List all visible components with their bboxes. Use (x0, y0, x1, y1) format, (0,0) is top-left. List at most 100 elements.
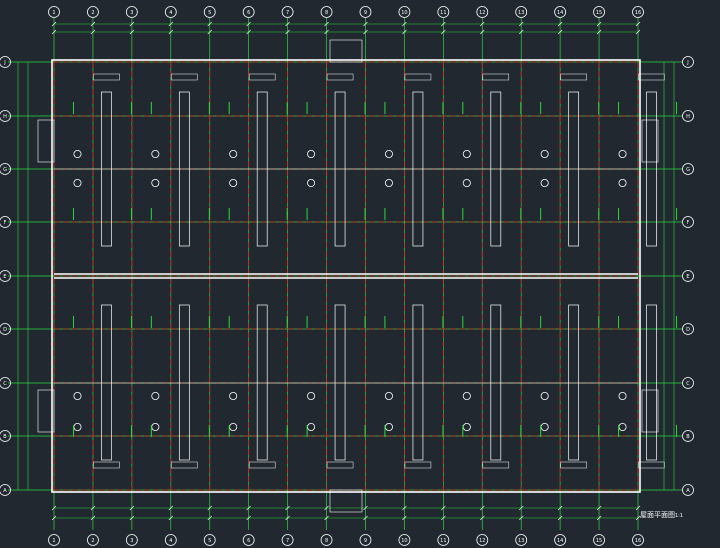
skylight-lower (256, 304, 268, 461)
bay-dim-top (171, 73, 198, 81)
stair-block (641, 119, 659, 163)
roof-drain (151, 149, 160, 158)
roof-drain (462, 422, 471, 431)
column-axis-label: 7 (286, 538, 289, 544)
roof-drain (229, 391, 238, 400)
column-axis-bubble: 7 (281, 6, 294, 18)
column-axis-label: 1 (52, 10, 55, 16)
roof-drain (540, 178, 549, 187)
column-axis-label: 14 (557, 10, 563, 16)
roof-drain (384, 391, 393, 400)
column-axis-label: 14 (557, 538, 563, 544)
bay-dim-top (248, 73, 276, 81)
column-axis-label: 12 (479, 10, 485, 16)
bay-dim-bottom (248, 461, 276, 469)
row-axis-label: E (686, 274, 689, 280)
column-axis-bubble: 11 (437, 534, 450, 546)
roof-drain (307, 149, 316, 158)
roof-drain (307, 391, 316, 400)
roof-drain (73, 422, 82, 431)
roof-drain (540, 149, 549, 158)
column-axis-bubble: 1 (48, 534, 60, 546)
roof-drain (462, 149, 471, 158)
column-axis-label: 11 (440, 538, 446, 544)
row-axis-bubble: E (682, 270, 694, 282)
column-axis-label: 6 (247, 538, 250, 544)
roof-drain (540, 391, 549, 400)
roof-drain (73, 149, 82, 158)
row-axis-label: H (3, 114, 7, 120)
column-axis-label: 13 (518, 538, 524, 544)
drawing-title-scale: 1:1 (675, 513, 684, 519)
column-axis-bubble: 14 (554, 6, 567, 18)
roof-drain (307, 422, 316, 431)
roof-drain (618, 422, 627, 431)
bay-dim-bottom (93, 461, 120, 469)
drawing-title: 屋面平面图1:1 (640, 510, 683, 520)
column-axis-label: 8 (325, 10, 328, 16)
column-axis-bubble: 12 (476, 534, 489, 546)
row-axis-label: C (686, 381, 690, 387)
row-axis-label: J (686, 60, 688, 66)
column-axis-label: 15 (596, 538, 602, 544)
skylight-lower (490, 304, 502, 461)
row-axis-label: G (686, 167, 690, 173)
skylight-lower (101, 304, 112, 461)
column-axis-bubble: 16 (632, 6, 644, 18)
column-axis-label: 3 (130, 538, 133, 544)
row-axis-label: C (3, 381, 7, 387)
bay-dim-top (326, 73, 354, 81)
roof-plan-drawing: 1122334455667788991010111112121313141415… (0, 6, 694, 546)
column-axis-bubble: 3 (125, 6, 138, 18)
column-axis-bubble: 11 (437, 6, 450, 18)
column-axis-bubble: 13 (515, 534, 528, 546)
bay-dim-bottom (404, 461, 432, 469)
roof-drain (229, 149, 238, 158)
column-axis-bubble: 10 (398, 534, 411, 546)
column-axis-bubble: 9 (359, 6, 372, 18)
row-axis-bubble: G (682, 163, 694, 175)
skylight-lower (412, 304, 424, 461)
roof-drain (618, 391, 627, 400)
roof-drain (384, 178, 393, 187)
skylight-lower (178, 304, 190, 461)
column-axis-label: 6 (247, 10, 250, 16)
column-axis-bubble: 7 (281, 534, 294, 546)
skylight-lower (568, 304, 580, 461)
roof-drain (151, 178, 160, 187)
row-axis-bubble: A (682, 484, 694, 496)
entrance-top (329, 39, 363, 63)
column-axis-label: 8 (325, 538, 328, 544)
row-axis-label: D (686, 327, 690, 333)
column-axis-bubble: 15 (593, 534, 605, 546)
column-axis-label: 11 (440, 10, 446, 16)
column-axis-bubble: 12 (476, 6, 489, 18)
column-axis-label: 13 (518, 10, 524, 16)
column-axis-bubble: 2 (87, 534, 99, 546)
column-axis-label: 16 (635, 10, 641, 16)
row-axis-label: A (686, 488, 690, 494)
column-axis-label: 12 (479, 538, 485, 544)
column-axis-label: 5 (208, 538, 211, 544)
roof-drain (151, 422, 160, 431)
drawing-title-text: 屋面平面图 (640, 511, 675, 519)
row-axis-bubble: C (682, 377, 694, 389)
bay-dim-bottom (482, 461, 510, 469)
roof-drain (307, 178, 316, 187)
roof-drain (618, 149, 627, 158)
column-axis-bubble: 8 (320, 6, 333, 18)
column-axis-label: 9 (364, 538, 367, 544)
skylight-lower (334, 304, 346, 461)
roof-drain (462, 178, 471, 187)
column-axis-bubble: 5 (203, 534, 216, 546)
row-axis-label: H (686, 114, 690, 120)
row-axis-bubble: B (682, 430, 694, 442)
roof-drain (384, 149, 393, 158)
row-axis-bubble: D (682, 323, 694, 335)
row-axis-label: B (686, 434, 690, 440)
column-axis-bubble: 6 (242, 6, 255, 18)
row-axis-label: J (3, 60, 5, 66)
bay-dim-top (560, 73, 587, 81)
column-axis-bubble: 6 (242, 534, 255, 546)
row-axis-bubble: F (682, 216, 694, 228)
